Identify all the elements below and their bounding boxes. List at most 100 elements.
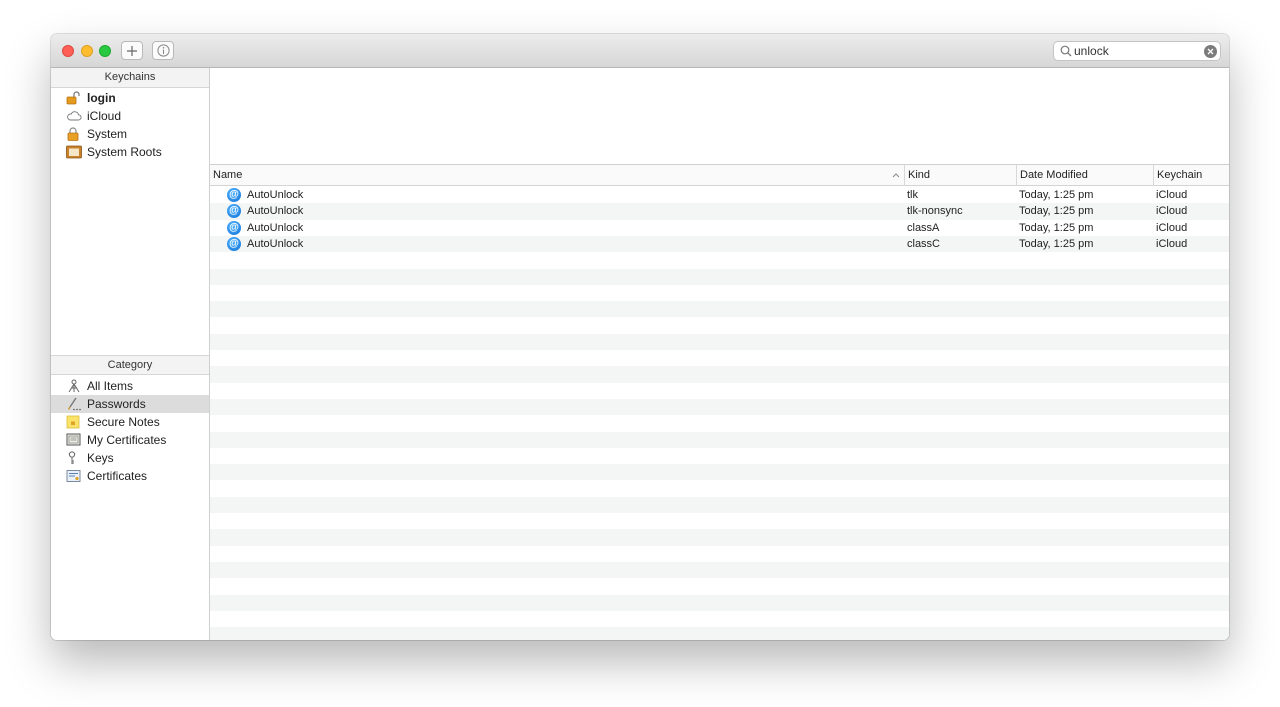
- table-row[interactable]: @ AutoUnlock tlk-nonsync Today, 1:25 pm …: [210, 203, 1229, 219]
- table-row[interactable]: @ AutoUnlock classA Today, 1:25 pm iClou…: [210, 220, 1229, 236]
- lock-icon: [67, 127, 79, 141]
- info-icon: [156, 44, 170, 57]
- cloud-icon: [67, 111, 82, 121]
- column-header-keychain[interactable]: Keychain: [1153, 165, 1229, 185]
- table-stripe: [210, 366, 1229, 383]
- internet-password-icon: @: [227, 188, 241, 202]
- cell-date-modified: Today, 1:25 pm: [1019, 205, 1094, 218]
- table-row[interactable]: @ AutoUnlock tlk Today, 1:25 pm iCloud: [210, 187, 1229, 203]
- main-content: Name Kind Date Modified Keychain @ AutoU…: [210, 68, 1229, 640]
- items-table: @ AutoUnlock tlk Today, 1:25 pm iCloud @…: [210, 187, 1229, 640]
- category-item-keys[interactable]: Keys: [51, 449, 209, 467]
- cell-keychain: iCloud: [1156, 189, 1188, 201]
- keychain-item-login[interactable]: login: [51, 89, 209, 107]
- table-stripe: [210, 561, 1229, 579]
- cell-date-modified: Today, 1:25 pm: [1019, 237, 1094, 250]
- category-item-my-certificates[interactable]: My Certificates: [51, 431, 209, 449]
- keychain-access-window: Keychains login iCloud System: [51, 34, 1229, 640]
- keychain-item-label: System: [87, 127, 128, 141]
- table-stripe: [210, 496, 1229, 513]
- table-stripe: [210, 448, 1229, 464]
- category-item-label: My Certificates: [87, 433, 167, 447]
- column-header-kind[interactable]: Kind: [904, 165, 1016, 185]
- cell-date-modified: Today, 1:25 pm: [1019, 221, 1094, 234]
- cell-kind: tlk: [907, 189, 918, 201]
- table-stripe: [210, 252, 1229, 268]
- cabinet-icon: [66, 145, 82, 159]
- close-window-button[interactable]: [62, 45, 74, 57]
- cell-date-modified: Today, 1:25 pm: [1019, 189, 1094, 201]
- table-stripe: [210, 268, 1229, 285]
- item-preview-pane: [210, 68, 1229, 165]
- table-stripe: [210, 594, 1229, 611]
- search-field[interactable]: [1053, 41, 1221, 61]
- cell-name: AutoUnlock: [247, 221, 304, 234]
- password-icon: [67, 397, 81, 411]
- column-header-date-modified[interactable]: Date Modified: [1016, 165, 1153, 185]
- keychain-item-label: iCloud: [87, 109, 122, 123]
- minimize-window-button[interactable]: [81, 45, 93, 57]
- category-header: Category: [51, 355, 209, 375]
- table-stripe: [210, 415, 1229, 431]
- table-stripe: [210, 578, 1229, 594]
- table-stripe: [210, 513, 1229, 529]
- table-stripe: [210, 317, 1229, 333]
- key-icon: [68, 451, 76, 464]
- internet-password-icon: @: [227, 236, 241, 251]
- table-stripe: [210, 611, 1229, 627]
- cell-name: AutoUnlock: [247, 189, 304, 201]
- keychain-item-system-roots[interactable]: System Roots: [51, 143, 209, 161]
- internet-password-icon: @: [227, 220, 241, 235]
- search-input[interactable]: [1074, 44, 1202, 58]
- table-stripe: [210, 285, 1229, 301]
- certificate-icon: [66, 433, 81, 446]
- category-item-label: Keys: [87, 451, 114, 465]
- category-item-secure-notes[interactable]: Secure Notes: [51, 413, 209, 431]
- column-header-name[interactable]: Name: [210, 165, 904, 185]
- table-stripe: [210, 350, 1229, 366]
- title-bar: [51, 34, 1229, 68]
- table-stripe: [210, 383, 1229, 399]
- cell-keychain: iCloud: [1156, 237, 1188, 250]
- table-stripe: [210, 398, 1229, 416]
- sidebar: Keychains login iCloud System System Roo…: [51, 68, 210, 640]
- table-stripe: [210, 301, 1229, 318]
- cell-keychain: iCloud: [1156, 221, 1188, 234]
- note-icon: [66, 415, 80, 429]
- category-item-label: All Items: [87, 379, 134, 393]
- clear-search-button[interactable]: [1204, 45, 1217, 58]
- table-row[interactable]: @ AutoUnlock classC Today, 1:25 pm iClou…: [210, 236, 1229, 252]
- keychain-item-icloud[interactable]: iCloud: [51, 107, 209, 125]
- zoom-window-button[interactable]: [99, 45, 111, 57]
- cell-kind: tlk-nonsync: [907, 205, 963, 218]
- table-stripe: [210, 529, 1229, 546]
- table-stripe: [210, 464, 1229, 481]
- cell-name: AutoUnlock: [247, 237, 304, 250]
- all-items-icon: [68, 379, 80, 393]
- plus-icon: [127, 45, 137, 56]
- cell-name: AutoUnlock: [247, 205, 304, 218]
- table-stripe: [210, 480, 1229, 496]
- lock-open-icon: [66, 91, 80, 105]
- category-item-label: Passwords: [87, 397, 146, 411]
- table-stripe: [210, 627, 1229, 640]
- cell-keychain: iCloud: [1156, 205, 1188, 218]
- keychain-item-system[interactable]: System: [51, 125, 209, 143]
- category-item-certificates[interactable]: Certificates: [51, 467, 209, 485]
- category-item-all-items[interactable]: All Items: [51, 377, 209, 395]
- close-icon: [1207, 48, 1214, 55]
- sort-ascending-icon: [892, 173, 900, 178]
- keychain-item-label: login: [87, 91, 116, 105]
- get-info-button[interactable]: [152, 41, 174, 60]
- keychain-item-label: System Roots: [87, 145, 162, 159]
- table-stripe: [210, 431, 1229, 448]
- certificate-icon: [66, 470, 81, 482]
- add-item-button[interactable]: [121, 41, 143, 60]
- search-icon: [1060, 45, 1072, 57]
- keychains-header: Keychains: [51, 68, 209, 88]
- cell-kind: classA: [907, 221, 940, 234]
- category-item-label: Certificates: [87, 469, 148, 483]
- table-header: Name Kind Date Modified Keychain: [210, 165, 1229, 186]
- table-stripe: [210, 333, 1229, 350]
- category-item-passwords[interactable]: Passwords: [51, 395, 209, 413]
